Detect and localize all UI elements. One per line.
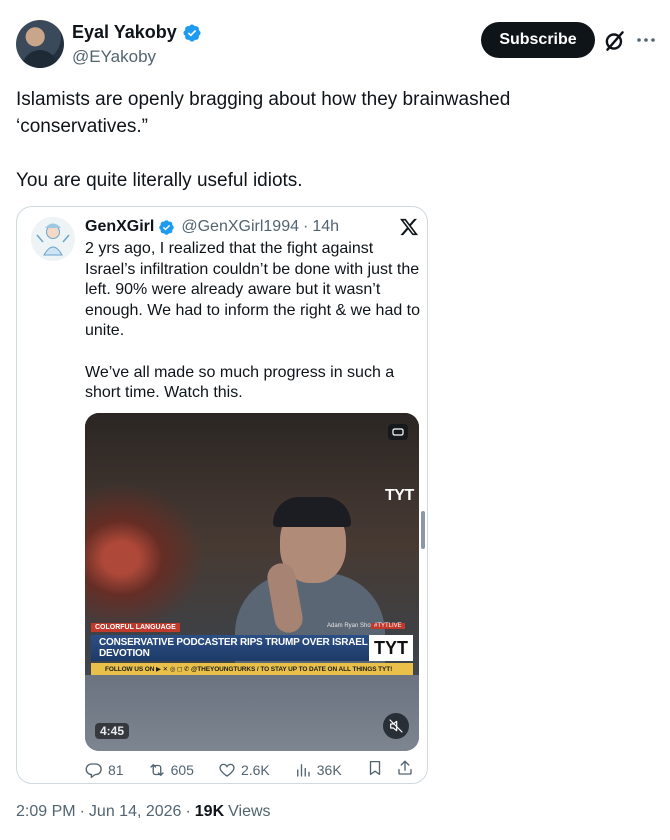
share-button[interactable] xyxy=(396,759,414,782)
video-duration: 4:45 xyxy=(95,723,130,739)
author-name[interactable]: Eyal Yakoby xyxy=(72,22,177,43)
quoted-tweet-card[interactable]: GenXGirl @GenXGirl1994 · 14h 2 yrs ago, … xyxy=(16,206,428,784)
video-player[interactable]: TYT COLORFUL LANGUAGE Adam Ryan Show #TY… xyxy=(85,413,419,751)
quoted-tweet-text: 2 yrs ago, I realized that the fight aga… xyxy=(85,240,421,402)
author-avatar[interactable] xyxy=(16,20,64,68)
grok-icon[interactable] xyxy=(602,28,628,54)
quoted-author-handle[interactable]: @GenXGirl1994 xyxy=(181,218,299,236)
analytics-icon xyxy=(296,764,310,777)
post-date[interactable]: Jun 14, 2026 xyxy=(89,803,182,821)
video-person-cap xyxy=(273,497,351,527)
like-count: 2.6K xyxy=(240,762,270,778)
views-button[interactable]: 36K xyxy=(294,761,342,779)
quoted-actions: 81 605 2.6K 36K xyxy=(85,759,423,781)
views-total: 19K xyxy=(194,803,225,820)
tweet-text: Islamists are openly bragging about how … xyxy=(16,89,511,191)
scrollbar[interactable] xyxy=(421,511,425,549)
bookmark-icon xyxy=(369,760,380,775)
like-button[interactable]: 2.6K xyxy=(218,761,270,779)
quoted-separator: · xyxy=(303,218,309,235)
heart-icon xyxy=(219,763,235,777)
tweet-meta: 2:09 PM · Jun 14, 2026 · 19K Views xyxy=(16,803,271,821)
quoted-author-avatar[interactable] xyxy=(31,217,75,261)
more-icon[interactable] xyxy=(634,28,658,52)
verified-badge-icon xyxy=(159,219,175,235)
video-headline-banner: CONSERVATIVE PODCASTER RIPS TRUMP OVER I… xyxy=(91,635,413,661)
subscribe-button[interactable]: Subscribe xyxy=(481,22,595,58)
video-hashtag: #TYTLIVE xyxy=(371,623,405,629)
video-background-light xyxy=(85,483,205,633)
video-show-name: Adam Ryan Show xyxy=(327,623,376,629)
meta-separator: · xyxy=(185,803,191,820)
views-label: Views xyxy=(228,803,271,820)
x-logo-icon[interactable] xyxy=(399,217,419,237)
repost-icon xyxy=(149,764,164,776)
author-handle[interactable]: @EYakoby xyxy=(72,47,156,67)
banner-logo: TYT xyxy=(369,635,413,661)
mute-icon xyxy=(389,719,403,733)
views-count: 36K xyxy=(316,762,342,778)
quoted-name-row: GenXGirl @GenXGirl1994 · 14h xyxy=(85,218,339,236)
channel-logo: TYT xyxy=(385,487,414,504)
video-background xyxy=(85,413,419,483)
verified-badge-icon xyxy=(183,23,201,42)
bookmark-button[interactable] xyxy=(366,759,384,782)
repost-button[interactable]: 605 xyxy=(148,761,194,779)
author-name-row: Eyal Yakoby xyxy=(72,22,202,43)
share-icon xyxy=(397,760,412,775)
reply-icon xyxy=(85,763,102,779)
reply-count: 81 xyxy=(108,762,124,778)
meta-separator: · xyxy=(79,803,85,820)
quoted-timestamp[interactable]: 14h xyxy=(312,218,339,236)
tweet: Eyal Yakoby @EYakoby Subscribe Islamists… xyxy=(0,0,670,840)
reply-button[interactable]: 81 xyxy=(85,761,124,779)
video-tag: COLORFUL LANGUAGE xyxy=(91,623,180,632)
video-headline: CONSERVATIVE PODCASTER RIPS TRUMP OVER I… xyxy=(91,635,369,661)
video-ticker: FOLLOW US ON ▶ ✕ ◎ ◻ ✆ @THEYOUNGTURKS / … xyxy=(91,663,413,675)
video-bottom xyxy=(85,675,419,751)
quoted-author-name[interactable]: GenXGirl xyxy=(85,218,154,236)
mute-button[interactable] xyxy=(383,713,409,739)
post-time[interactable]: 2:09 PM xyxy=(16,803,76,821)
captions-icon[interactable] xyxy=(387,423,409,441)
repost-count: 605 xyxy=(170,762,194,778)
